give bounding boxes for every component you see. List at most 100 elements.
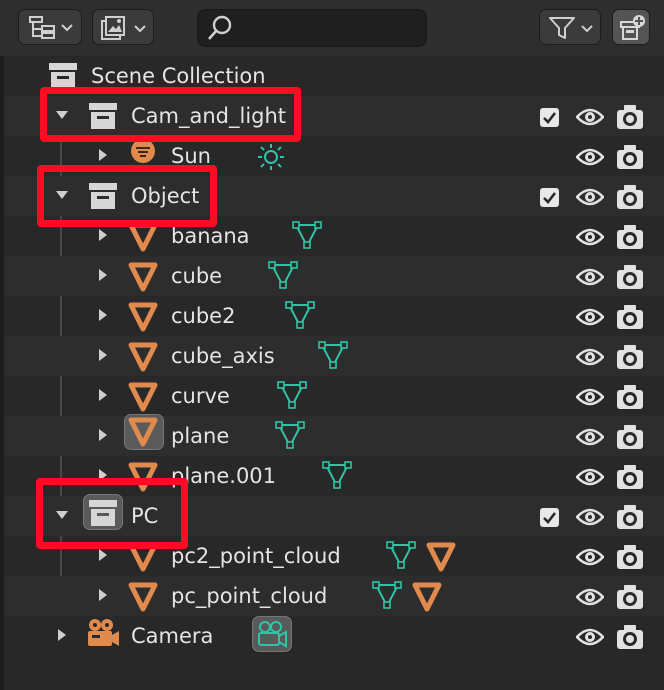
geometry-nodes-modifier-icon[interactable] <box>412 582 442 612</box>
tree-row-banana[interactable]: banana <box>4 216 664 256</box>
mesh-data-icon[interactable] <box>291 220 323 250</box>
eye-icon[interactable] <box>576 226 604 248</box>
mesh-data-icon[interactable] <box>276 380 308 410</box>
search-field[interactable] <box>197 9 427 47</box>
expand-right-arrow-icon[interactable] <box>95 427 111 443</box>
new-collection-button[interactable] <box>612 9 650 45</box>
render-camera-icon[interactable] <box>616 304 644 330</box>
expand-right-arrow-icon[interactable] <box>95 267 111 283</box>
expand-down-arrow-icon[interactable] <box>54 107 70 123</box>
mesh-object-icon <box>128 462 158 492</box>
eye-icon[interactable] <box>576 346 604 368</box>
render-camera-icon[interactable] <box>616 104 644 130</box>
exclude-checkbox[interactable] <box>540 108 559 127</box>
eye-icon[interactable] <box>576 426 604 448</box>
render-camera-icon[interactable] <box>616 544 644 570</box>
geometry-nodes-modifier-icon[interactable] <box>426 542 456 572</box>
view-layer-dropdown[interactable] <box>92 9 154 45</box>
tree-row-object[interactable]: Object <box>4 176 664 216</box>
new-collection-icon <box>620 15 645 40</box>
expand-right-arrow-icon[interactable] <box>95 147 111 163</box>
tree-row-cam-and-light[interactable]: Cam_and_light <box>4 96 664 136</box>
expand-right-arrow-icon[interactable] <box>95 467 111 483</box>
tree-row-cube-axis[interactable]: cube_axis <box>4 336 664 376</box>
tree-row-pc2-point-cloud[interactable]: pc2_point_cloud <box>4 536 664 576</box>
mesh-object-icon <box>128 382 158 412</box>
render-camera-icon[interactable] <box>616 344 644 370</box>
mesh-data-icon[interactable] <box>321 460 353 490</box>
mesh-data-icon[interactable] <box>371 580 403 610</box>
eye-icon[interactable] <box>576 266 604 288</box>
expand-right-arrow-icon[interactable] <box>95 227 111 243</box>
eye-icon[interactable] <box>576 186 604 208</box>
mesh-object-icon <box>128 582 158 612</box>
render-camera-icon[interactable] <box>616 384 644 410</box>
cube-axis-label: cube_axis <box>171 344 275 368</box>
eye-icon[interactable] <box>576 306 604 328</box>
curve-label: curve <box>171 384 230 408</box>
tree-row-pc[interactable]: PC <box>4 494 664 536</box>
pc2-point-cloud-label: pc2_point_cloud <box>171 544 341 568</box>
expand-right-arrow-icon[interactable] <box>95 587 111 603</box>
exclude-checkbox[interactable] <box>540 508 559 527</box>
mesh-object-icon <box>128 302 158 332</box>
collection-icon <box>89 183 117 209</box>
expand-right-arrow-icon[interactable] <box>54 627 70 643</box>
render-camera-icon[interactable] <box>616 264 644 290</box>
filter-dropdown[interactable] <box>539 9 601 45</box>
sun-light-data-icon[interactable] <box>256 142 286 172</box>
filter-funnel-icon <box>549 17 593 39</box>
display-mode-dropdown[interactable] <box>18 9 82 45</box>
eye-icon[interactable] <box>576 506 604 528</box>
render-camera-icon[interactable] <box>616 424 644 450</box>
tree-row-plane[interactable]: plane <box>4 414 664 456</box>
mesh-object-icon <box>128 542 158 572</box>
tree-row-curve[interactable]: curve <box>4 376 664 416</box>
render-camera-icon[interactable] <box>616 184 644 210</box>
tree-row-cube[interactable]: cube <box>4 256 664 296</box>
plane-label: plane <box>171 424 230 448</box>
render-camera-icon[interactable] <box>616 504 644 530</box>
eye-icon[interactable] <box>576 466 604 488</box>
expand-down-arrow-icon[interactable] <box>54 507 70 523</box>
camera-label: Camera <box>131 624 214 648</box>
banana-label: banana <box>171 224 250 248</box>
expand-right-arrow-icon[interactable] <box>95 307 111 323</box>
eye-icon[interactable] <box>576 586 604 608</box>
cube-label: cube <box>171 264 223 288</box>
eye-icon[interactable] <box>576 386 604 408</box>
mesh-data-icon[interactable] <box>385 540 417 570</box>
mesh-data-icon[interactable] <box>267 260 299 290</box>
render-camera-icon[interactable] <box>616 224 644 250</box>
tree-row-cube2[interactable]: cube2 <box>4 296 664 336</box>
image-stack-icon <box>101 16 146 40</box>
eye-icon[interactable] <box>576 546 604 568</box>
expand-right-arrow-icon[interactable] <box>95 347 111 363</box>
camera-data-icon[interactable] <box>256 620 288 648</box>
tree-row-camera[interactable]: Camera <box>4 616 664 656</box>
expand-down-arrow-icon[interactable] <box>54 187 70 203</box>
render-camera-icon[interactable] <box>616 464 644 490</box>
render-camera-icon[interactable] <box>616 144 644 170</box>
pc-label: PC <box>131 504 159 528</box>
mesh-data-icon[interactable] <box>274 420 306 450</box>
render-camera-icon[interactable] <box>616 584 644 610</box>
expand-right-arrow-icon[interactable] <box>95 547 111 563</box>
tree-row-pc-point-cloud[interactable]: pc_point_cloud <box>4 576 664 616</box>
eye-icon[interactable] <box>576 146 604 168</box>
exclude-checkbox[interactable] <box>540 188 559 207</box>
scene-collection-label: Scene Collection <box>91 64 266 88</box>
tree-row-scene-collection[interactable]: Scene Collection <box>4 56 664 96</box>
tree-row-sun[interactable]: Sun <box>4 136 664 176</box>
checkmark-icon <box>543 512 557 524</box>
mesh-data-icon[interactable] <box>284 300 316 330</box>
mesh-object-icon <box>128 417 158 447</box>
render-camera-icon[interactable] <box>616 624 644 650</box>
expand-right-arrow-icon[interactable] <box>95 387 111 403</box>
tree-row-plane-001[interactable]: plane.001 <box>4 456 664 496</box>
eye-icon[interactable] <box>576 626 604 648</box>
eye-icon[interactable] <box>576 106 604 128</box>
search-input[interactable] <box>238 16 422 42</box>
pc-point-cloud-label: pc_point_cloud <box>171 584 328 608</box>
mesh-data-icon[interactable] <box>317 340 349 370</box>
